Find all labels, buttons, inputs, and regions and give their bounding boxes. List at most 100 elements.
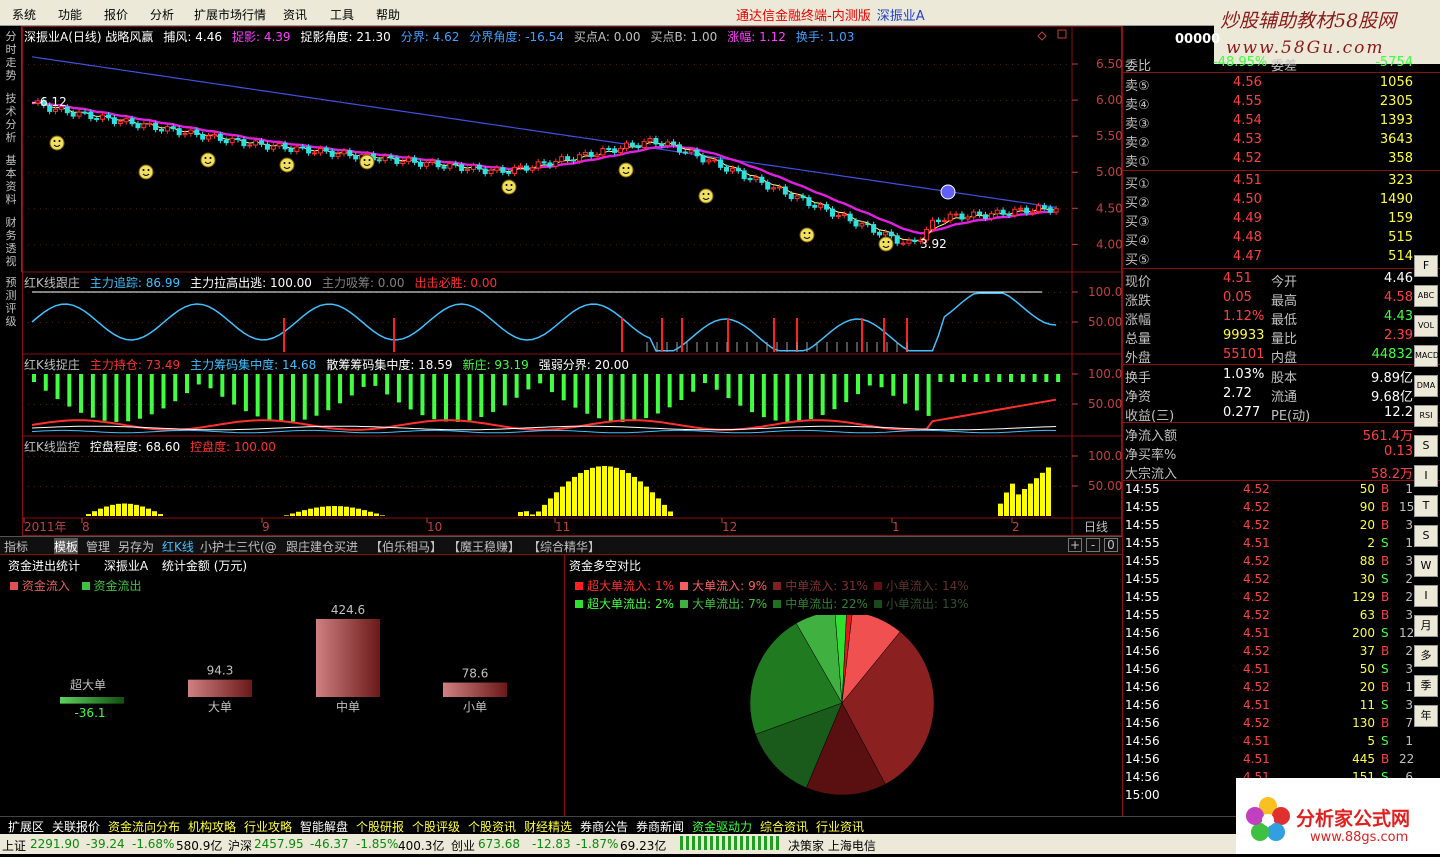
tab-financials[interactable]: 财务透视	[2, 216, 20, 268]
bottom-tab[interactable]: 机构攻略	[188, 818, 236, 835]
main_chart-item: 分界角度: -16.54	[469, 30, 564, 44]
date-axis-label: 2011年	[24, 520, 67, 534]
bottom-tab[interactable]: 资金流向分布	[108, 818, 180, 835]
ind3-axis-label: 50.00	[1088, 479, 1122, 493]
tick-row[interactable]: 14:56 4.51 50 S 3	[1125, 661, 1415, 679]
bottom-tab[interactable]: 个股资讯	[468, 818, 516, 835]
right-bar-button[interactable]: F	[1414, 255, 1438, 277]
tick-list[interactable]: 14:55 4.52 50 B 1 14:55 4.52 90 B 15 14:55 4.52 20 B 3…	[1125, 481, 1415, 805]
tab-template[interactable]: 模板	[54, 538, 79, 555]
tick-row[interactable]: 14:55 4.52 63 B 3	[1125, 607, 1415, 625]
status-item: 上证	[2, 839, 27, 853]
menu-function[interactable]: 功能	[58, 6, 82, 23]
tick-row[interactable]: 14:56 4.51 11 S 3	[1125, 697, 1415, 715]
right-bar-button[interactable]: I	[1414, 465, 1438, 487]
tab-bole[interactable]: 【伯乐相马】	[370, 538, 442, 555]
menu-help[interactable]: 帮助	[376, 6, 400, 23]
tab-fundamentals[interactable]: 基本资料	[2, 154, 20, 206]
menu-analysis[interactable]: 分析	[150, 6, 174, 23]
date-axis-label: 12	[722, 520, 737, 534]
weibi-row: 委比 -48.95% 委差 -5754	[1125, 55, 1413, 74]
price-axis-label: 4.00	[1096, 237, 1122, 251]
right-bar-button[interactable]: 季	[1414, 675, 1438, 697]
tab-zonghe[interactable]: 【综合精华】	[528, 538, 600, 555]
bottom-tab[interactable]: 行业攻略	[244, 818, 292, 835]
ind1-item: 主力追踪: 86.99	[89, 276, 181, 290]
tick-row[interactable]: 14:56 4.51 200 S 12	[1125, 625, 1415, 643]
status-item: 决策家 上海电信	[788, 839, 876, 853]
menu-quote[interactable]: 报价	[104, 6, 128, 23]
flow-row: 净买率% 0.13	[1125, 444, 1413, 463]
tick-row[interactable]: 14:55 4.52 129 B 2	[1125, 589, 1415, 607]
stat-row: 外盘 55101 内盘 44832	[1125, 347, 1413, 366]
date-axis-label: 9	[262, 520, 270, 534]
bottom-tab[interactable]: 资金驱动力	[692, 818, 752, 835]
tick-row[interactable]: 14:56 4.51 445 B 22	[1125, 751, 1415, 769]
stat2-row: 换手 1.03% 股本 9.89亿	[1125, 367, 1413, 386]
stat-row: 现价 4.51 今开 4.46	[1125, 271, 1413, 290]
tick-row[interactable]: 14:56 4.52 37 B 2	[1125, 643, 1415, 661]
menu-tools[interactable]: 工具	[330, 6, 354, 23]
tick-row[interactable]: 14:55 4.52 88 B 3	[1125, 553, 1415, 571]
tab-technical[interactable]: 技术分析	[2, 92, 20, 144]
right-bar-button[interactable]: 多	[1414, 645, 1438, 667]
tick-row[interactable]: 14:55 4.52 30 S 2	[1125, 571, 1415, 589]
zoom-out-button[interactable]: -	[1086, 538, 1100, 552]
bottom-tab[interactable]: 行业资讯	[816, 818, 864, 835]
chart-area[interactable]: 6.50 6.00 5.50 5.00 4.50 4.00 6.12 3.92 100.0 50.…	[22, 26, 1122, 536]
tick-row[interactable]: 14:56 4.52 20 B 1	[1125, 679, 1415, 697]
ma-short-line	[31, 101, 1057, 242]
legend-inflow: 资金流入	[21, 579, 70, 593]
bottom-tab[interactable]: 扩展区	[8, 818, 44, 835]
menu-news[interactable]: 资讯	[283, 6, 307, 23]
menu-extended-market[interactable]: 扩展市场行情	[194, 6, 266, 23]
tick-row[interactable]: 14:55 4.52 50 B 1	[1125, 481, 1415, 499]
low-price-label: 3.92	[920, 237, 947, 251]
reset-button[interactable]: 0	[1104, 538, 1118, 552]
pie-legend-pct: 1%	[655, 579, 675, 593]
right-bar-button[interactable]: 月	[1414, 615, 1438, 637]
bottom-tab[interactable]: 综合资讯	[760, 818, 808, 835]
tab-redk[interactable]: 红K线	[162, 538, 194, 555]
right-bar-button[interactable]: ABC	[1414, 285, 1438, 307]
right-bar-button[interactable]: RSI	[1414, 405, 1438, 427]
right-bar-button[interactable]: VOL	[1414, 315, 1438, 337]
tick-row[interactable]: 14:56 4.52 130 B 7	[1125, 715, 1415, 733]
right-bar-button[interactable]: S	[1414, 435, 1438, 457]
bottom-tab[interactable]: 财经精选	[524, 818, 572, 835]
bottom-tab[interactable]: 智能解盘	[300, 818, 348, 835]
status-item: -46.37	[310, 837, 349, 851]
zoom-in-button[interactable]: +	[1068, 538, 1082, 552]
ind2-histogram	[32, 374, 1061, 422]
right-bar-button[interactable]: S	[1414, 525, 1438, 547]
tab-rating[interactable]: 预测评级	[2, 276, 20, 328]
bottom-tab[interactable]: 券商公告	[580, 818, 628, 835]
right-bar-button[interactable]: W	[1414, 555, 1438, 577]
ind3-item: 控盘程度: 68.60	[89, 440, 181, 454]
tab-indicator[interactable]: 指标	[4, 538, 28, 555]
tick-row[interactable]: 14:55 4.52 20 B 3	[1125, 517, 1415, 535]
bottom-tab[interactable]: 个股评级	[412, 818, 460, 835]
tab-nurse3[interactable]: 小护士三代(@	[200, 538, 277, 555]
tab-save-as[interactable]: 另存为	[118, 538, 154, 555]
tab-mowang[interactable]: 【魔王稳赚】	[448, 538, 520, 555]
tick-row[interactable]: 14:55 4.52 90 B 15	[1125, 499, 1415, 517]
right-bar-button[interactable]: I	[1414, 585, 1438, 607]
fund-bar-label: 小单	[463, 700, 487, 714]
bottom-tab[interactable]: 个股研报	[356, 818, 404, 835]
bottom-tab[interactable]: 关联报价	[52, 818, 100, 835]
tick-row[interactable]: 14:56 4.51 5 S 1	[1125, 733, 1415, 751]
right-bar-button[interactable]: DMA	[1414, 375, 1438, 397]
tab-intraday[interactable]: 分时走势	[2, 30, 20, 82]
right-bar-button[interactable]: T	[1414, 495, 1438, 517]
tab-follow-dealer[interactable]: 跟庄建仓买进	[286, 538, 358, 555]
right-bar-button[interactable]: MACD	[1414, 345, 1439, 367]
menu-system[interactable]: 系统	[12, 6, 36, 23]
indicator1-header: 红K线跟庄 主力追踪: 86.99 主力拉高出逃: 100.00 主力吸筹: 0.00…	[24, 274, 507, 291]
app-stock: 深振业A	[876, 9, 925, 24]
tick-row[interactable]: 14:55 4.51 2 S 1	[1125, 535, 1415, 553]
right-bar-button[interactable]: 年	[1414, 705, 1438, 727]
fund-bar: 78.6 小单	[443, 667, 507, 714]
tab-manage[interactable]: 管理	[86, 538, 110, 555]
bottom-tab[interactable]: 券商新闻	[636, 818, 684, 835]
